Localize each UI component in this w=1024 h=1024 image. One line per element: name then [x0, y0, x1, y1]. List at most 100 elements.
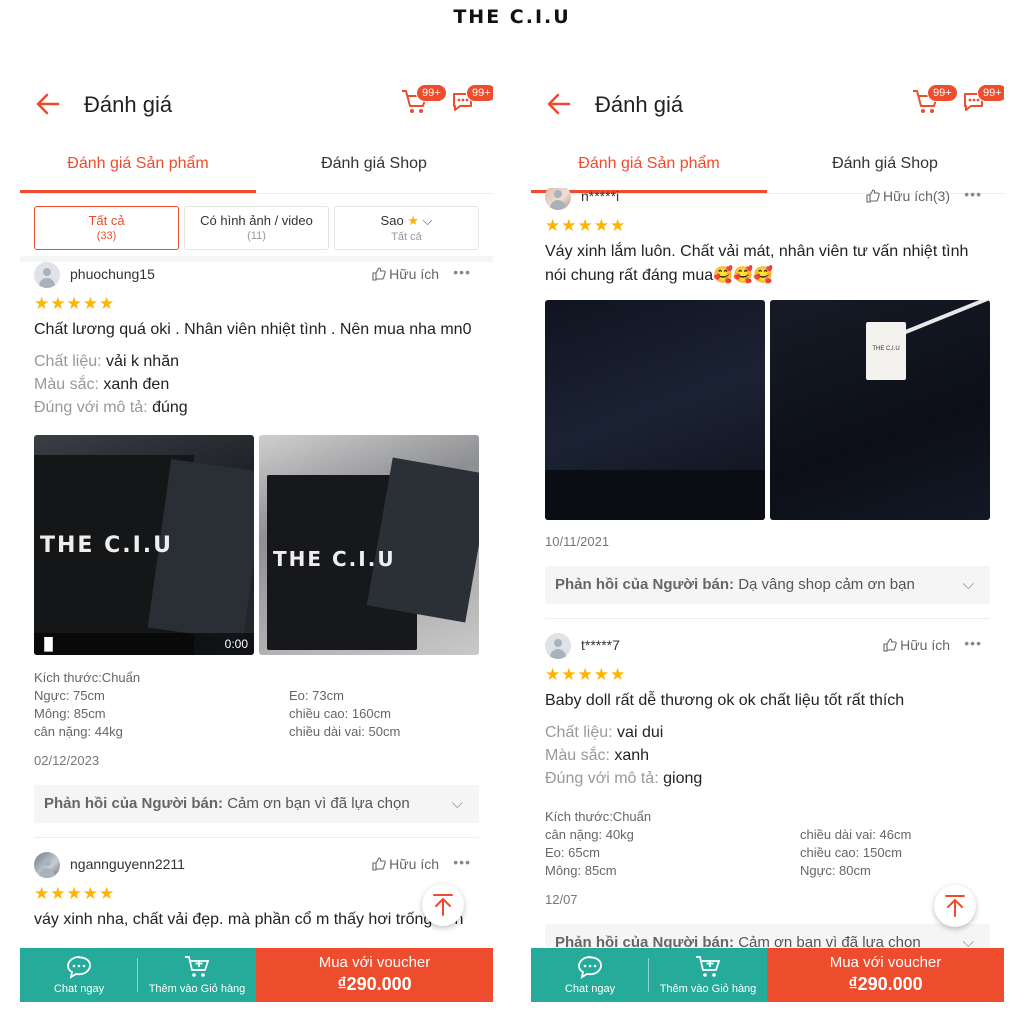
cart-icon[interactable]: 99+ [400, 84, 447, 120]
tab-shop-reviews[interactable]: Đánh giá Shop [256, 142, 492, 194]
helpful-button[interactable]: Hữu ích [372, 266, 439, 282]
avatar [34, 852, 60, 878]
size-info: Kích thước:Chuẩn Ngực: 75cm Eo: 73cm Mông… [34, 669, 479, 741]
review-photo[interactable]: THE C.I.U [770, 300, 990, 520]
attr-value: giong [663, 770, 703, 787]
filter-with-media[interactable]: Có hình ảnh / video (11) [184, 206, 329, 250]
buy-with-voucher-button[interactable]: Mua với voucher ₫290.000 [256, 948, 493, 1002]
reviewer-name: ngannguyenn2211 [70, 856, 185, 872]
bottom-action-bar: Chat ngay Thêm vào Giỏ hàng Mua với vouc… [531, 948, 1004, 1002]
review-text: Váy xinh lắm luôn. Chất vải mát, nhân vi… [545, 243, 969, 284]
buy-with-voucher-button[interactable]: Mua với voucher ₫290.000 [767, 948, 1004, 1002]
review-screen-right: Đánh giá 99+ 99+ Đánh giá Sản phẩm Đánh … [531, 72, 1004, 1002]
divider [545, 618, 990, 619]
filter-stars[interactable]: Sao ★ ⌵ Tất cả [334, 206, 479, 250]
review-list[interactable]: phuochung15 Hữu ích ••• ★★★★★ Chất lương… [20, 262, 493, 948]
size-line: chiều dài vai: 46cm [800, 827, 912, 842]
size-line: chiều dài vai: 50cm [289, 724, 401, 739]
more-options-icon[interactable]: ••• [964, 635, 982, 651]
attr-value: xanh [614, 747, 650, 764]
add-to-cart-button[interactable]: Thêm vào Giỏ hàng [649, 948, 767, 1002]
size-line: Ngực: 75cm [34, 688, 105, 703]
review-tabs: Đánh giá Sản phẩm Đánh giá Shop [20, 142, 493, 194]
reviewer-name: n*****i [581, 188, 620, 204]
add-to-cart-label: Thêm vào Giỏ hàng [148, 983, 246, 995]
more-options-icon[interactable]: ••• [453, 854, 471, 870]
tab-product-reviews[interactable]: Đánh giá Sản phẩm [20, 142, 256, 194]
page-title: Đánh giá [84, 92, 173, 117]
tab-shop-reviews[interactable]: Đánh giá Shop [767, 142, 1003, 194]
star-icon: ★ [407, 213, 419, 228]
more-options-icon[interactable]: ••• [964, 188, 982, 202]
tab-product-reviews[interactable]: Đánh giá Sản phẩm [531, 142, 767, 194]
cart-icon[interactable]: 99+ [911, 84, 958, 120]
seller-response[interactable]: Phản hồi của Người bán: Dạ vâng shop cảm… [545, 566, 990, 604]
chat-now-label: Chat ngay [564, 983, 616, 995]
size-line [289, 669, 479, 687]
helpful-button[interactable]: Hữu ích(3) [866, 188, 950, 204]
seller-response[interactable]: Phản hồi của Người bán: Cảm ơn bạn vì đã… [545, 924, 990, 948]
review-photo[interactable]: THE C.I.U [259, 435, 479, 655]
size-line [800, 808, 990, 826]
review-text: váy xinh nha, chất vải đẹp. mà phần cổ m… [34, 911, 464, 928]
seller-response-label: Phản hồi của Người bán: [555, 934, 735, 948]
attr-key: Chất liệu: [545, 724, 613, 741]
chat-icon[interactable]: 99+ [961, 84, 1004, 120]
avatar [545, 188, 571, 210]
thumbs-up-icon [866, 189, 880, 203]
attr-key: Chất liệu: [34, 353, 102, 370]
buy-label: Mua với voucher [829, 954, 942, 971]
review-list[interactable]: n*****i Hữu ích(3) ••• ★★★★★ Váy xinh lắ… [531, 188, 1004, 948]
review-date: 12/07 [545, 892, 578, 907]
rating-stars: ★★★★★ [545, 216, 627, 235]
scroll-to-top-button[interactable] [422, 884, 464, 926]
size-line: Mông: 85cm [34, 706, 106, 721]
back-arrow-icon[interactable] [545, 90, 573, 118]
size-line: Kích thước:Chuẩn [34, 670, 141, 685]
helpful-label: Hữu ích [389, 856, 439, 872]
add-cart-icon [696, 956, 721, 977]
cart-badge: 99+ [927, 84, 958, 102]
chevron-down-icon: ⌵ [451, 795, 463, 812]
back-arrow-icon[interactable] [34, 90, 62, 118]
size-line: chiều cao: 160cm [289, 706, 391, 721]
more-options-icon[interactable]: ••• [453, 264, 471, 280]
rating-stars: ★★★★★ [34, 294, 116, 313]
reviewer-name: phuochung15 [70, 266, 155, 282]
size-line: cân nặng: 44kg [34, 724, 123, 739]
helpful-button[interactable]: Hữu ích [883, 637, 950, 653]
attr-key: Đúng với mô tả: [545, 770, 659, 787]
seller-response-text: Dạ vâng shop cảm ơn bạn [738, 576, 915, 593]
bottom-action-bar: Chat ngay Thêm vào Giỏ hàng Mua với vouc… [20, 948, 493, 1002]
size-line: Ngực: 80cm [800, 863, 871, 878]
seller-response-text: Cảm ơn bạn vì đã lựa chọn [738, 934, 921, 948]
review-video-thumbnail[interactable]: THE C.I.U ▐▌ 0:00 [34, 435, 254, 655]
helpful-button[interactable]: Hữu ích [372, 856, 439, 872]
chat-badge: 99+ [977, 84, 1004, 102]
review-text: Baby doll rất dễ thương ok ok chất liệu … [545, 692, 905, 709]
scroll-to-top-button[interactable] [934, 885, 976, 927]
chevron-down-icon: ⌵ [422, 213, 433, 228]
divider [34, 837, 479, 838]
header: Đánh giá 99+ 99+ [531, 72, 1004, 138]
review-item: phuochung15 Hữu ích ••• ★★★★★ Chất lương… [20, 262, 493, 838]
review-attributes: Chất liệu: vải k nhăn Màu sắc: xanh đen … [34, 350, 479, 419]
add-to-cart-button[interactable]: Thêm vào Giỏ hàng [138, 948, 256, 1002]
review-text: Chất lương quá oki . Nhân viên nhiệt tìn… [34, 321, 472, 338]
attr-key: Đúng với mô tả: [34, 399, 148, 416]
filter-all[interactable]: Tất cả (33) [34, 206, 179, 250]
chat-now-button[interactable]: Chat ngay [20, 948, 138, 1002]
seller-response-label: Phản hồi của Người bán: [44, 795, 224, 812]
seller-response[interactable]: Phản hồi của Người bán: Cảm ơn bạn vì đã… [34, 785, 479, 823]
filter-stars-value: Tất cả [391, 231, 422, 243]
chat-icon[interactable]: 99+ [450, 84, 493, 120]
arrow-up-icon [945, 895, 965, 917]
chat-bubble-icon [578, 956, 602, 979]
chat-bubble-icon [67, 956, 91, 979]
chat-now-button[interactable]: Chat ngay [531, 948, 649, 1002]
review-filters: Tất cả (33) Có hình ảnh / video (11) Sao… [20, 200, 493, 262]
review-photo[interactable] [545, 300, 765, 520]
chat-now-label: Chat ngay [53, 983, 105, 995]
thumbs-up-icon [372, 857, 386, 871]
size-line: Kích thước:Chuẩn [545, 809, 652, 824]
